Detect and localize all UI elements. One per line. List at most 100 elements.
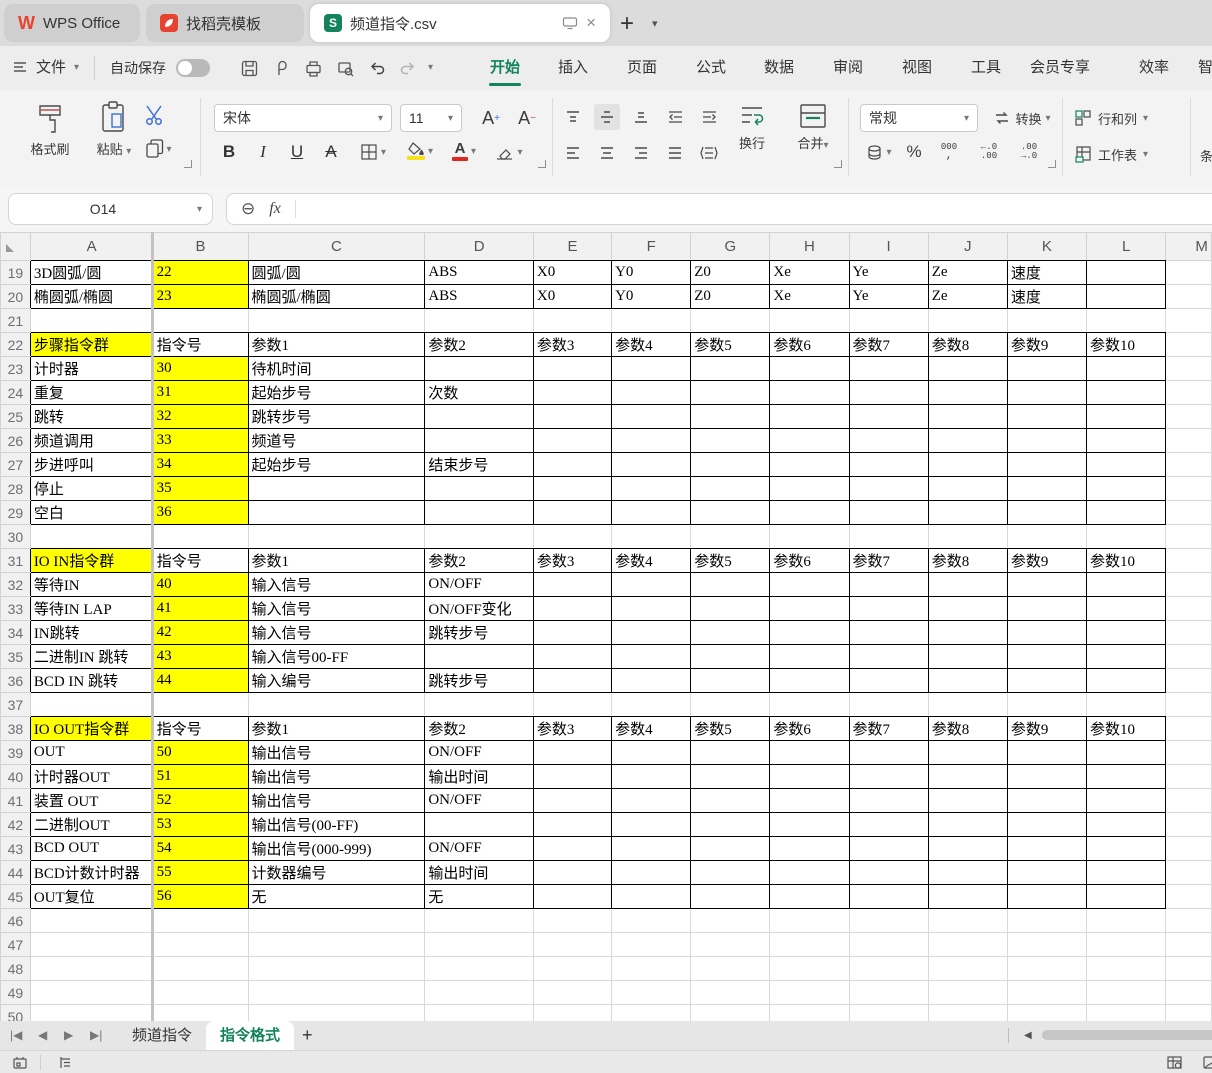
cell-J48[interactable] (928, 957, 1007, 981)
cell-H33[interactable] (770, 597, 849, 621)
cell-H29[interactable] (770, 501, 849, 525)
cell-B35[interactable]: 43 (153, 645, 248, 669)
cell-G38[interactable]: 参数5 (691, 717, 770, 741)
cell-E24[interactable] (533, 381, 611, 405)
cell-H25[interactable] (770, 405, 849, 429)
cell-J41[interactable] (928, 789, 1007, 813)
cell-L23[interactable] (1087, 357, 1166, 381)
cell-K40[interactable] (1007, 765, 1086, 789)
cell-E48[interactable] (533, 957, 611, 981)
cell-D36[interactable]: 跳转步号 (425, 669, 534, 693)
align-middle-icon[interactable] (594, 104, 620, 130)
cell-F50[interactable] (612, 1005, 691, 1022)
cell-M47[interactable] (1166, 933, 1212, 957)
cell-J44[interactable] (928, 861, 1007, 885)
cell-B39[interactable]: 50 (153, 741, 248, 765)
sheet-tab-format-active[interactable]: 指令格式 (206, 1021, 294, 1050)
cell-F31[interactable]: 参数4 (612, 549, 691, 573)
group-expand-icon[interactable] (538, 160, 546, 168)
cell-L30[interactable] (1087, 525, 1166, 549)
cell-G36[interactable] (691, 669, 770, 693)
row-header-41[interactable]: 41 (1, 789, 31, 813)
cell-A21[interactable] (30, 309, 153, 333)
save-icon[interactable] (240, 59, 260, 79)
cell-L22[interactable]: 参数10 (1087, 333, 1166, 357)
cell-D50[interactable] (425, 1005, 534, 1022)
cell-E30[interactable] (533, 525, 611, 549)
cell-F35[interactable] (612, 645, 691, 669)
row-header-38[interactable]: 38 (1, 717, 31, 741)
cell-J38[interactable]: 参数8 (928, 717, 1007, 741)
cell-G30[interactable] (691, 525, 770, 549)
cell-C39[interactable]: 输出信号 (248, 741, 425, 765)
cell-M43[interactable] (1166, 837, 1212, 861)
outline-view-icon[interactable] (58, 1055, 73, 1070)
cell-L41[interactable] (1087, 789, 1166, 813)
column-header-L[interactable]: L (1087, 233, 1166, 261)
cell-C25[interactable]: 跳转步号 (248, 405, 425, 429)
cell-A46[interactable] (30, 909, 153, 933)
cell-D26[interactable] (425, 429, 534, 453)
cell-E40[interactable] (533, 765, 611, 789)
cell-I29[interactable] (849, 501, 928, 525)
cell-M23[interactable] (1166, 357, 1212, 381)
row-header-31[interactable]: 31 (1, 549, 31, 573)
cell-E41[interactable] (533, 789, 611, 813)
align-left-icon[interactable] (560, 140, 586, 166)
fill-color-icon[interactable]: ▾ (398, 136, 442, 166)
cell-L42[interactable] (1087, 813, 1166, 837)
cell-L19[interactable] (1087, 261, 1166, 285)
cell-K38[interactable]: 参数9 (1007, 717, 1086, 741)
prev-sheet-icon[interactable]: ◀ (38, 1021, 47, 1050)
cell-E21[interactable] (533, 309, 611, 333)
cell-E35[interactable] (533, 645, 611, 669)
cell-D33[interactable]: ON/OFF变化 (425, 597, 534, 621)
cell-C41[interactable]: 输出信号 (248, 789, 425, 813)
cell-C38[interactable]: 参数1 (248, 717, 425, 741)
cell-M22[interactable] (1166, 333, 1212, 357)
tab-wps-office[interactable]: W WPS Office (4, 4, 140, 42)
cell-E39[interactable] (533, 741, 611, 765)
cell-G40[interactable] (691, 765, 770, 789)
cell-H21[interactable] (770, 309, 849, 333)
cell-M35[interactable] (1166, 645, 1212, 669)
cell-A48[interactable] (30, 957, 153, 981)
cell-K50[interactable] (1007, 1005, 1086, 1022)
font-name-combo[interactable]: 宋体▾ (214, 104, 392, 132)
monitor-icon[interactable] (562, 16, 578, 30)
cell-G27[interactable] (691, 453, 770, 477)
cell-H45[interactable] (770, 885, 849, 909)
cell-H35[interactable] (770, 645, 849, 669)
cell-A29[interactable]: 空白 (30, 501, 153, 525)
cell-A50[interactable] (30, 1005, 153, 1022)
cell-G22[interactable]: 参数5 (691, 333, 770, 357)
new-tab-button[interactable]: + (620, 10, 634, 38)
row-header-20[interactable]: 20 (1, 285, 31, 309)
cell-H47[interactable] (770, 933, 849, 957)
cell-J50[interactable] (928, 1005, 1007, 1022)
cell-L49[interactable] (1087, 981, 1166, 1005)
cell-B30[interactable] (153, 525, 248, 549)
cell-M44[interactable] (1166, 861, 1212, 885)
cell-D31[interactable]: 参数2 (425, 549, 534, 573)
cell-A38[interactable]: IO OUT指令群 (30, 717, 153, 741)
cell-D38[interactable]: 参数2 (425, 717, 534, 741)
cell-L50[interactable] (1087, 1005, 1166, 1022)
menu-view[interactable]: 视图 (902, 46, 932, 90)
cell-C42[interactable]: 输出信号(00-FF) (248, 813, 425, 837)
cell-K35[interactable] (1007, 645, 1086, 669)
cell-D44[interactable]: 输出时间 (425, 861, 534, 885)
cell-M36[interactable] (1166, 669, 1212, 693)
cell-B27[interactable]: 34 (153, 453, 248, 477)
page-layout-view-icon[interactable] (1202, 1055, 1212, 1070)
cell-I49[interactable] (849, 981, 928, 1005)
cell-A33[interactable]: 等待IN LAP (30, 597, 153, 621)
cell-F32[interactable] (612, 573, 691, 597)
row-header-37[interactable]: 37 (1, 693, 31, 717)
cell-M25[interactable] (1166, 405, 1212, 429)
italic-icon[interactable]: I (250, 138, 276, 166)
cell-F24[interactable] (612, 381, 691, 405)
cell-I37[interactable] (849, 693, 928, 717)
cell-G23[interactable] (691, 357, 770, 381)
cell-L36[interactable] (1087, 669, 1166, 693)
